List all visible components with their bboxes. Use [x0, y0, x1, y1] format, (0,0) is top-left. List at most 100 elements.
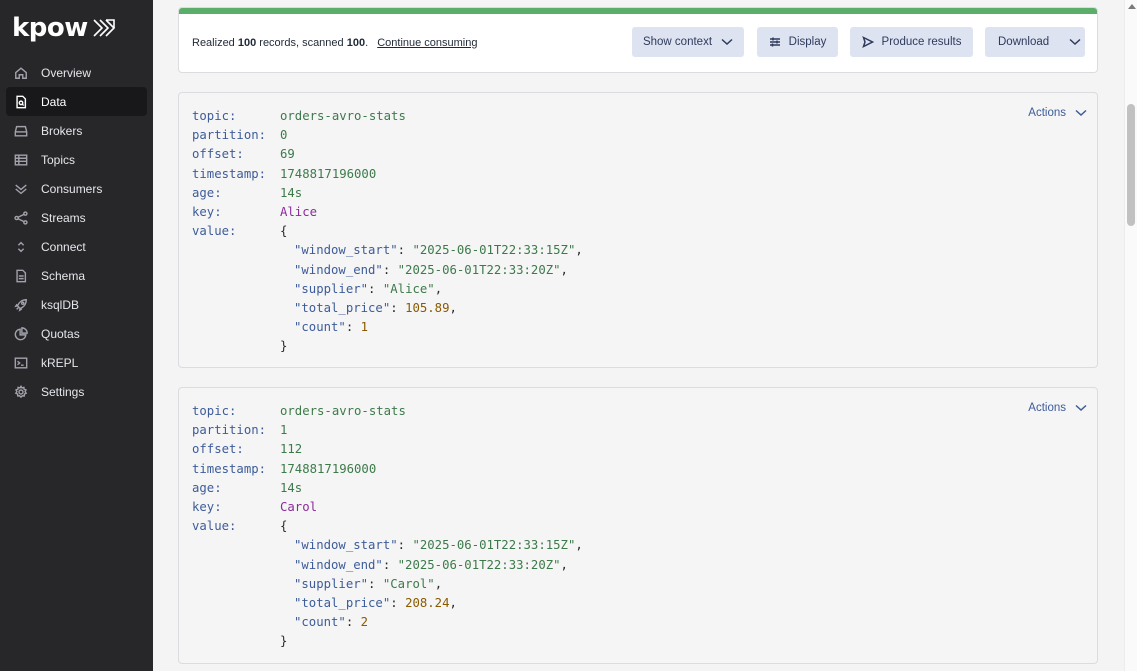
download-label: Download — [998, 36, 1050, 48]
field-value: 112 — [280, 442, 303, 457]
json-key: "supplier" — [294, 281, 369, 296]
produce-results-button[interactable]: Produce results — [850, 27, 973, 57]
json-entry-total-price: "total_price": 105.89, — [294, 300, 457, 315]
results-toolbar: Realized 100 records, scanned 100. Conti… — [178, 7, 1098, 73]
record-field-timestamp: timestamp: 1748817196000 — [192, 460, 583, 479]
sidebar-item-ksqldb[interactable]: ksqlDB — [6, 290, 147, 319]
record-actions-button[interactable]: Actions — [1028, 107, 1087, 119]
continue-consuming-link[interactable]: Continue consuming — [377, 37, 477, 49]
json-key: "total_price" — [294, 595, 391, 610]
field-label: key: — [192, 204, 222, 219]
field-label: age: — [192, 480, 222, 495]
sidebar-item-schema[interactable]: Schema — [6, 261, 147, 290]
json-value: "Alice" — [382, 281, 435, 296]
sidebar-item-label: Topics — [41, 152, 76, 167]
json-entry-window-end: "window_end": "2025-06-01T22:33:20Z", — [294, 262, 568, 277]
record-field-offset: offset: 112 — [192, 440, 583, 459]
file-text-icon — [14, 269, 28, 283]
field-label: offset: — [192, 147, 244, 162]
chevron-down-icon — [1075, 109, 1087, 117]
scan-status: Realized 100 records, scanned 100. Conti… — [192, 37, 478, 49]
json-key: "window_start" — [294, 243, 398, 258]
record-field-age: age: 14s — [192, 479, 583, 498]
kpow-logo[interactable]: kpow — [12, 14, 118, 42]
logo-mark-icon — [93, 19, 115, 37]
sidebar-item-topics[interactable]: Topics — [6, 145, 147, 174]
sidebar-item-overview[interactable]: Overview — [6, 58, 147, 87]
sidebar-item-settings[interactable]: Settings — [6, 377, 147, 406]
field-label: timestamp: — [192, 166, 267, 181]
json-key: "count" — [294, 320, 346, 335]
record-field-offset: offset: 69 — [192, 145, 583, 164]
field-value: orders-avro-stats — [280, 109, 406, 123]
sidebar-item-streams[interactable]: Streams — [6, 203, 147, 232]
record-field-topic: topic: orders-avro-stats — [192, 402, 583, 421]
field-label: value: — [192, 224, 237, 239]
gear-icon — [14, 384, 28, 399]
field-label: partition: — [192, 423, 267, 438]
actions-label: Actions — [1028, 402, 1066, 414]
produce-results-label: Produce results — [881, 36, 962, 48]
json-value: "2025-06-01T22:33:20Z" — [397, 557, 561, 572]
json-value: "Carol" — [382, 576, 435, 591]
json-entry-count: "count": 2 — [294, 615, 369, 630]
record-actions-button[interactable]: Actions — [1028, 402, 1087, 414]
status-prefix: Realized — [192, 37, 238, 49]
field-label: timestamp: — [192, 461, 267, 476]
json-value: 105.89 — [405, 300, 450, 315]
show-context-button[interactable]: Show context — [632, 27, 744, 57]
sidebar-item-quotas[interactable]: Quotas — [6, 319, 147, 348]
sidebar-item-data[interactable]: Data — [6, 87, 147, 116]
chevron-updown-icon — [14, 240, 28, 254]
field-value: Carol — [280, 499, 318, 514]
brand-name: kpow — [12, 13, 88, 43]
rocket-icon — [14, 298, 28, 312]
record-field-value: value: { — [192, 517, 583, 536]
home-icon — [14, 66, 28, 80]
sidebar-item-label: Quotas — [41, 326, 80, 341]
main-content: Realized 100 records, scanned 100. Conti… — [153, 0, 1124, 671]
scroll-up-arrow-icon[interactable] — [1128, 4, 1136, 9]
double-chevron-icon — [14, 182, 28, 196]
sidebar-item-brokers[interactable]: Brokers — [6, 116, 147, 145]
field-label: partition: — [192, 128, 267, 143]
send-icon — [861, 36, 874, 48]
record-field-value: value: { — [192, 222, 583, 241]
page-scrollbar-track[interactable] — [1124, 0, 1137, 671]
field-value: orders-avro-stats — [280, 404, 406, 418]
sidebar-item-connect[interactable]: Connect — [6, 232, 147, 261]
display-button[interactable]: Display — [757, 27, 838, 57]
page-scrollbar-thumb[interactable] — [1127, 104, 1135, 226]
record-card: Actions topic: orders-avro-stats partitio… — [178, 387, 1098, 664]
realized-count: 100 — [237, 37, 257, 49]
record-body: topic: orders-avro-stats partition: 1 offs… — [192, 402, 583, 651]
record-field-partition: partition: 0 — [192, 126, 583, 145]
sliders-icon — [769, 37, 780, 47]
record-field-topic: topic: orders-avro-stats — [192, 107, 583, 126]
record-field-partition: partition: 1 — [192, 421, 583, 440]
server-icon — [14, 124, 28, 138]
download-button[interactable]: Download — [985, 27, 1085, 57]
json-entry-window-start: "window_start": "2025-06-01T22:33:15Z", — [294, 538, 583, 553]
json-key: "window_start" — [294, 538, 398, 553]
sidebar-item-label: Schema — [41, 268, 86, 283]
field-label: key: — [192, 499, 222, 514]
share-icon — [14, 210, 28, 225]
json-value: 2 — [360, 615, 369, 630]
json-key: "count" — [294, 615, 346, 630]
field-value: 1748817196000 — [280, 461, 377, 476]
json-entry-total-price: "total_price": 208.24, — [294, 595, 457, 610]
terminal-icon — [14, 356, 28, 370]
table-icon — [14, 153, 28, 167]
sidebar-item-krepl[interactable]: kREPL — [6, 348, 147, 377]
json-value: 208.24 — [405, 595, 450, 610]
json-value: 1 — [360, 320, 369, 335]
pie-chart-icon — [14, 326, 28, 341]
json-value: "2025-06-01T22:33:20Z" — [397, 262, 561, 277]
json-key: "window_end" — [294, 557, 383, 572]
sidebar-item-consumers[interactable]: Consumers — [6, 174, 147, 203]
json-value: "2025-06-01T22:33:15Z" — [412, 538, 576, 553]
field-label: topic: — [192, 109, 237, 123]
chevron-down-icon — [1069, 38, 1081, 46]
sidebar-item-label: Consumers — [41, 181, 103, 196]
